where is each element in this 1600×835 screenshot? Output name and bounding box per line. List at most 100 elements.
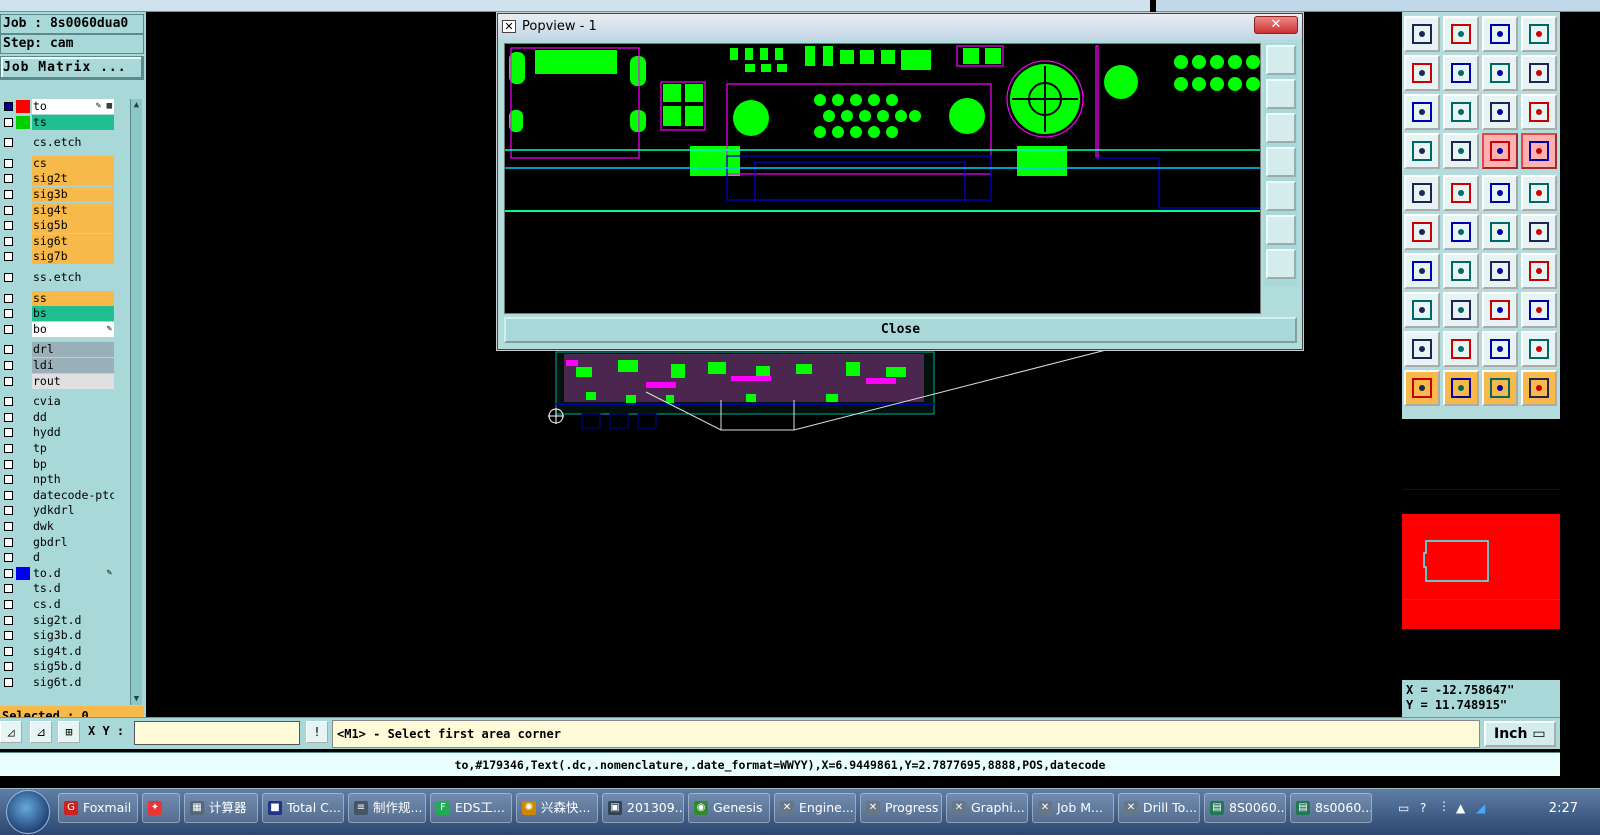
layer-row[interactable]: ydkdrl bbox=[0, 503, 118, 519]
line-point-icon[interactable] bbox=[1482, 214, 1518, 250]
layer-checkbox[interactable] bbox=[4, 158, 13, 168]
layer-name[interactable]: ts.d bbox=[32, 581, 114, 597]
zoom-home-icon[interactable] bbox=[1443, 94, 1479, 130]
layer-row[interactable]: dd bbox=[0, 409, 118, 425]
layer-checkbox[interactable] bbox=[4, 117, 13, 127]
layer-name[interactable]: d bbox=[32, 550, 114, 566]
layer-color-swatch[interactable] bbox=[16, 442, 30, 455]
grid-snap-icon[interactable]: ⊞ bbox=[58, 721, 80, 743]
layer-row[interactable]: rout bbox=[0, 373, 118, 389]
layer-name[interactable]: sig4t.d bbox=[32, 643, 114, 659]
help-icon[interactable] bbox=[1521, 94, 1557, 130]
layer-checkbox[interactable] bbox=[4, 309, 13, 319]
popview-titlebar[interactable]: ✕ Popview - 1 ✕ bbox=[498, 14, 1302, 40]
layer-color-swatch[interactable] bbox=[16, 473, 30, 486]
layer-checkbox[interactable] bbox=[4, 273, 13, 282]
taskbar-item[interactable]: ≡ 制作规... bbox=[348, 793, 426, 823]
layer-name[interactable]: npth bbox=[32, 472, 114, 488]
layer-color-swatch[interactable] bbox=[16, 489, 30, 502]
layer-color-swatch[interactable] bbox=[16, 629, 30, 642]
keyboard-icon[interactable]: ▭ bbox=[1398, 801, 1409, 815]
layer-checkbox[interactable] bbox=[4, 490, 13, 500]
layer-row[interactable]: ss.etch bbox=[0, 270, 118, 285]
minus-icon[interactable] bbox=[1443, 292, 1479, 328]
layer-color-swatch[interactable] bbox=[16, 504, 30, 517]
open-job-icon[interactable] bbox=[1404, 16, 1440, 52]
home-icon[interactable] bbox=[1482, 16, 1518, 52]
layer-checkbox[interactable] bbox=[4, 568, 13, 578]
layer-checkbox[interactable] bbox=[4, 190, 13, 199]
layer-row[interactable]: tp bbox=[0, 441, 118, 456]
show-hidden-icon[interactable]: ▲ bbox=[1456, 801, 1465, 815]
layer-row[interactable]: cs.etch bbox=[0, 135, 118, 151]
layer-name[interactable]: sig2t bbox=[32, 171, 114, 187]
scroll-up-icon[interactable]: ▲ bbox=[131, 99, 142, 111]
triangle-a-icon[interactable] bbox=[1404, 331, 1440, 367]
layer-color-swatch[interactable] bbox=[16, 411, 30, 424]
layer-name[interactable]: gbdrl bbox=[32, 534, 114, 550]
taskbar-item[interactable]: ■ Total C... bbox=[262, 793, 344, 823]
compare-icon[interactable] bbox=[1521, 253, 1557, 289]
window-icon[interactable] bbox=[1521, 16, 1557, 52]
layer-checkbox[interactable] bbox=[4, 205, 13, 215]
taskbar-item[interactable]: ◉ Genesis bbox=[688, 793, 770, 823]
taskbar-item[interactable]: ✕ Job M... bbox=[1032, 793, 1114, 823]
popview-down-icon[interactable] bbox=[1266, 113, 1296, 143]
layer-checkbox[interactable] bbox=[4, 221, 13, 231]
layer-name[interactable]: ss bbox=[32, 290, 114, 306]
layer-checkbox[interactable] bbox=[4, 345, 13, 355]
move-icon[interactable] bbox=[1404, 292, 1440, 328]
triangle-c-icon[interactable] bbox=[1482, 331, 1518, 367]
layer-row[interactable]: d bbox=[0, 550, 118, 566]
taskbar-item[interactable]: ▤ 8S0060... bbox=[1204, 793, 1286, 823]
taskbar-item[interactable]: G Foxmail bbox=[58, 793, 138, 823]
layer-color-swatch[interactable] bbox=[16, 566, 30, 580]
scale-1-2-icon[interactable] bbox=[1482, 94, 1518, 130]
layer-color-swatch[interactable] bbox=[16, 250, 30, 263]
layer-color-swatch[interactable] bbox=[16, 157, 30, 170]
layer-name[interactable]: sig4t bbox=[32, 202, 114, 218]
pick-icon[interactable] bbox=[1482, 370, 1518, 406]
layer-checkbox[interactable] bbox=[4, 293, 13, 303]
clock[interactable]: 2:27 bbox=[1549, 801, 1578, 816]
layer-name[interactable]: dwk bbox=[32, 519, 114, 534]
layer-row[interactable]: ss bbox=[0, 290, 118, 306]
snap-b-icon[interactable] bbox=[1521, 133, 1557, 169]
layer-row[interactable]: cs.d bbox=[0, 597, 118, 612]
layer-color-swatch[interactable] bbox=[16, 614, 30, 627]
layer-color-swatch[interactable] bbox=[16, 172, 30, 185]
layer-row[interactable]: sig2t.d bbox=[0, 612, 118, 628]
layer-checkbox[interactable] bbox=[4, 174, 13, 184]
popview-close-button[interactable]: Close bbox=[504, 317, 1297, 343]
layer-name[interactable]: sig7b bbox=[32, 249, 114, 265]
popview-zoom-out-icon[interactable] bbox=[1266, 249, 1296, 279]
layer-row[interactable]: ts bbox=[0, 114, 118, 130]
layer-name[interactable]: bo ✎ bbox=[32, 321, 114, 337]
layer-row[interactable]: bp bbox=[0, 456, 118, 472]
layer-name[interactable]: sig3b bbox=[32, 187, 114, 202]
layer-row[interactable]: sig6t.d bbox=[0, 675, 118, 690]
layer-color-swatch[interactable] bbox=[16, 100, 30, 113]
layer-name[interactable]: bs bbox=[32, 306, 114, 322]
layer-name[interactable]: ts bbox=[32, 114, 114, 130]
taskbar-item[interactable]: ✕ Engine... bbox=[774, 793, 856, 823]
next-view-icon[interactable] bbox=[1443, 55, 1479, 91]
warning-icon[interactable]: ! bbox=[306, 721, 328, 743]
layer-row[interactable]: sig7b bbox=[0, 249, 118, 265]
layer-color-swatch[interactable] bbox=[16, 375, 30, 388]
taskbar-item[interactable]: F EDS工... bbox=[430, 793, 512, 823]
pad-icon[interactable] bbox=[1404, 175, 1440, 211]
layer-name[interactable]: sig5b bbox=[32, 218, 114, 234]
xy-input[interactable] bbox=[134, 721, 300, 745]
slash-icon[interactable] bbox=[1443, 253, 1479, 289]
layer-color-swatch[interactable] bbox=[16, 395, 30, 408]
popview-up-icon[interactable] bbox=[1266, 79, 1296, 109]
layer-row[interactable]: ts.d bbox=[0, 581, 118, 597]
taskbar-item[interactable]: ✺ 兴森快... bbox=[516, 793, 598, 823]
zoom-fit-icon[interactable] bbox=[1404, 94, 1440, 130]
popview-fit-icon[interactable] bbox=[1266, 215, 1296, 245]
scroll-down-icon[interactable]: ▼ bbox=[131, 693, 142, 705]
layer-color-swatch[interactable] bbox=[16, 204, 30, 217]
taskbar-item[interactable]: ▦ 计算器 bbox=[184, 793, 258, 823]
layer-color-swatch[interactable] bbox=[16, 323, 30, 336]
